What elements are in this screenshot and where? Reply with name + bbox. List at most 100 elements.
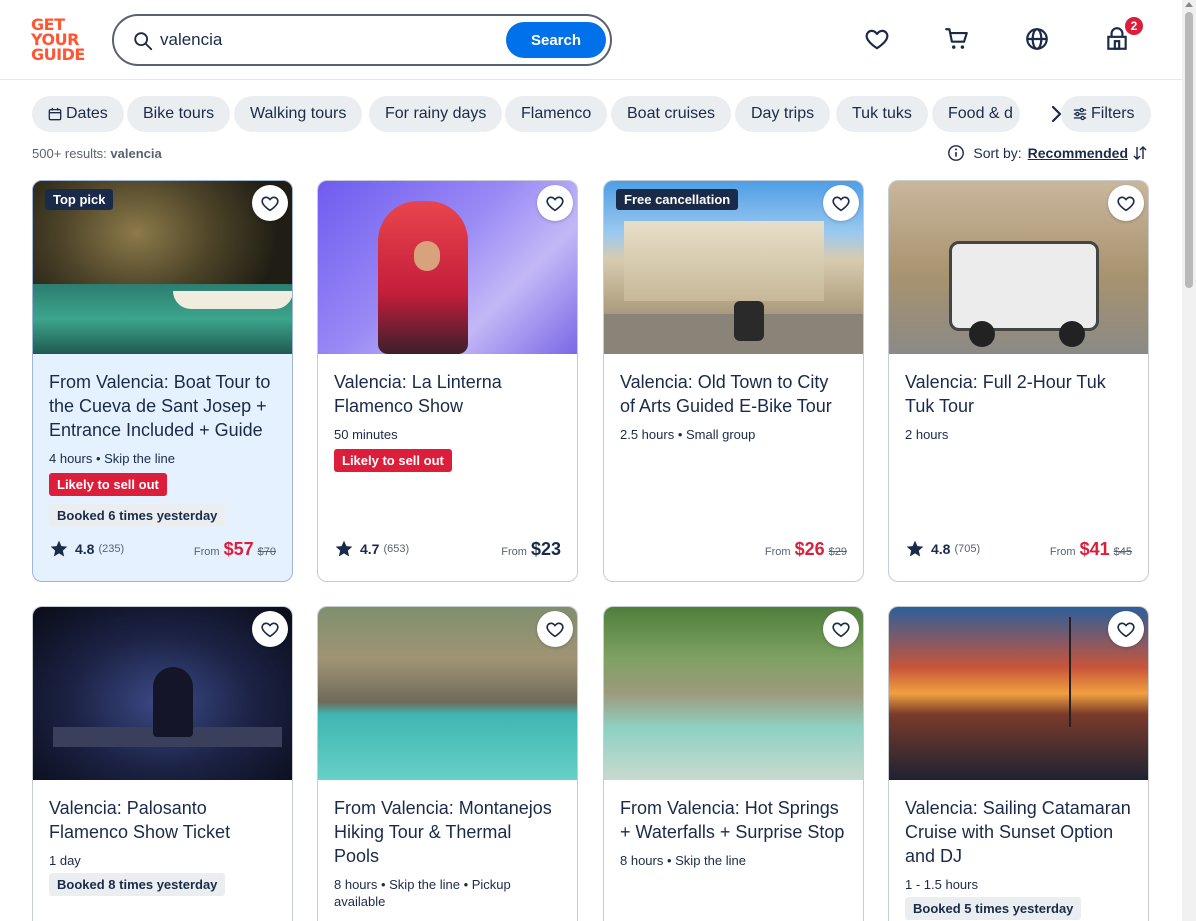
sort-arrows-icon (1133, 146, 1147, 160)
scroll-up-arrow-icon[interactable] (1185, 2, 1193, 7)
search-button[interactable]: Search (506, 22, 606, 58)
activity-meta: 4 hours • Skip the line (49, 451, 175, 466)
page-scrollbar[interactable] (1182, 0, 1196, 921)
results-count-text: 500+ results: (32, 146, 107, 161)
price: From $23 (501, 539, 561, 560)
activity-title[interactable]: Valencia: Sailing Catamaran Cruise with … (905, 796, 1132, 868)
rating: 4.8 (235) (49, 539, 124, 559)
add-to-wishlist-button[interactable] (252, 185, 288, 221)
chip-dates[interactable]: Dates (32, 96, 124, 132)
booked-count-badge: Booked 8 times yesterday (49, 873, 226, 896)
logo-line: GUIDE (31, 45, 85, 64)
cart-count-badge: 2 (1125, 17, 1143, 35)
likely-to-sell-out-badge: Likely to sell out (49, 473, 167, 496)
heart-icon (546, 622, 564, 638)
activity-image-palosanto-stage[interactable] (33, 607, 292, 780)
price: From $26 $29 (765, 539, 847, 560)
price-amount: $23 (530, 539, 561, 559)
activity-meta: 8 hours • Skip the line (620, 853, 746, 868)
star-icon (50, 540, 68, 557)
activity-image-hot-springs[interactable] (604, 607, 863, 780)
original-price: $45 (1113, 546, 1132, 558)
activity-title[interactable]: From Valencia: Hot Springs + Waterfalls … (620, 796, 847, 844)
price-amount: $57 (223, 539, 254, 559)
sort-value[interactable]: Recommended (1028, 145, 1128, 161)
add-to-wishlist-button[interactable] (823, 611, 859, 647)
activity-image-thermal-pools[interactable] (318, 607, 577, 780)
price: From $57 $70 (194, 539, 276, 560)
cart-icon[interactable] (944, 26, 970, 52)
add-to-wishlist-button[interactable] (252, 611, 288, 647)
chip-day-trips[interactable]: Day trips (735, 96, 831, 132)
activity-title[interactable]: From Valencia: Montanejos Hiking Tour & … (334, 796, 561, 868)
chip-bike-tours[interactable]: Bike tours (127, 96, 231, 132)
price-from-label: From (764, 546, 791, 558)
wishlist-heart-icon[interactable] (864, 26, 890, 52)
info-icon[interactable] (947, 144, 965, 162)
search-input[interactable] (160, 26, 500, 54)
activity-title[interactable]: Valencia: Palosanto Flamenco Show Ticket (49, 796, 276, 844)
activity-card[interactable]: Valencia: Palosanto Flamenco Show Ticket… (32, 606, 293, 921)
price: From $41 $45 (1050, 539, 1132, 560)
sliders-icon (1073, 107, 1087, 121)
chip-walking-tours[interactable]: Walking tours (234, 96, 363, 132)
heart-icon (261, 196, 279, 212)
heart-icon (1117, 196, 1135, 212)
search-icon (134, 32, 153, 51)
star-icon (906, 540, 924, 557)
activity-meta: 2.5 hours • Small group (620, 427, 756, 442)
heart-icon (1117, 622, 1135, 638)
add-to-wishlist-button[interactable] (537, 185, 573, 221)
activity-image-tuk-tuk[interactable] (889, 181, 1148, 354)
rating-score: 4.8 (75, 541, 95, 557)
activity-image-flamenco-dancer[interactable] (318, 181, 577, 354)
chip-flamenco[interactable]: Flamenco (505, 96, 608, 132)
heart-icon (832, 622, 850, 638)
activity-meta: 2 hours (905, 427, 949, 442)
chip-rainy-days[interactable]: For rainy days (369, 96, 503, 132)
activity-meta: 50 minutes (334, 427, 398, 442)
activity-card[interactable]: Free cancellation Valencia: Old Town to … (603, 180, 864, 582)
chip-boat-cruises[interactable]: Boat cruises (611, 96, 732, 132)
add-to-wishlist-button[interactable] (537, 611, 573, 647)
original-price: $70 (257, 546, 276, 558)
sort-control[interactable]: Sort by: Recommended (947, 144, 1148, 162)
activity-card[interactable]: Valencia: La Linterna Flamenco Show 50 m… (317, 180, 578, 582)
heart-icon (546, 196, 564, 212)
heart-icon (261, 622, 279, 638)
activity-image-sunset-catamaran[interactable] (889, 607, 1148, 780)
activity-card[interactable]: Top pick From Valencia: Boat Tour to the… (32, 180, 293, 582)
rating-score: 4.8 (931, 541, 951, 557)
activity-image-ebike-city-hall[interactable]: Free cancellation (604, 181, 863, 354)
likely-to-sell-out-badge: Likely to sell out (334, 449, 452, 472)
add-to-wishlist-button[interactable] (1108, 611, 1144, 647)
activity-title[interactable]: From Valencia: Boat Tour to the Cueva de… (49, 370, 276, 442)
globe-icon[interactable] (1024, 26, 1050, 52)
results-query: valencia (110, 146, 162, 161)
sort-label: Sort by: (973, 145, 1022, 161)
activity-title[interactable]: Valencia: Full 2-Hour Tuk Tuk Tour (905, 370, 1132, 418)
filter-chips-row: Dates Bike tours Walking tours For rainy… (32, 96, 1152, 132)
price-from-label: From (1049, 546, 1076, 558)
calendar-icon (48, 107, 62, 121)
add-to-wishlist-button[interactable] (823, 185, 859, 221)
activity-title[interactable]: Valencia: La Linterna Flamenco Show (334, 370, 561, 418)
filters-button[interactable]: Filters (1061, 96, 1151, 132)
chip-tuk-tuks[interactable]: Tuk tuks (836, 96, 928, 132)
activity-image-cave-boat[interactable]: Top pick (33, 181, 292, 354)
price-from-label: From (193, 546, 220, 558)
chip-label: Dates (66, 105, 108, 122)
getyourguide-logo[interactable]: GET YOUR GUIDE (31, 17, 91, 63)
activity-card[interactable]: From Valencia: Montanejos Hiking Tour & … (317, 606, 578, 921)
activity-card[interactable]: From Valencia: Hot Springs + Waterfalls … (603, 606, 864, 921)
activity-meta: 8 hours • Skip the line • Pickup availab… (334, 877, 511, 909)
activity-card[interactable]: Valencia: Sailing Catamaran Cruise with … (888, 606, 1149, 921)
add-to-wishlist-button[interactable] (1108, 185, 1144, 221)
booked-count-badge: Booked 5 times yesterday (905, 897, 1082, 920)
price-amount: $26 (794, 539, 825, 559)
activity-card[interactable]: Valencia: Full 2-Hour Tuk Tuk Tour 2 hou… (888, 180, 1149, 582)
activity-title[interactable]: Valencia: Old Town to City of Arts Guide… (620, 370, 847, 418)
scrollbar-thumb[interactable] (1185, 12, 1193, 288)
rating: 4.7 (653) (334, 539, 409, 559)
chip-food[interactable]: Food & d (932, 96, 1020, 132)
